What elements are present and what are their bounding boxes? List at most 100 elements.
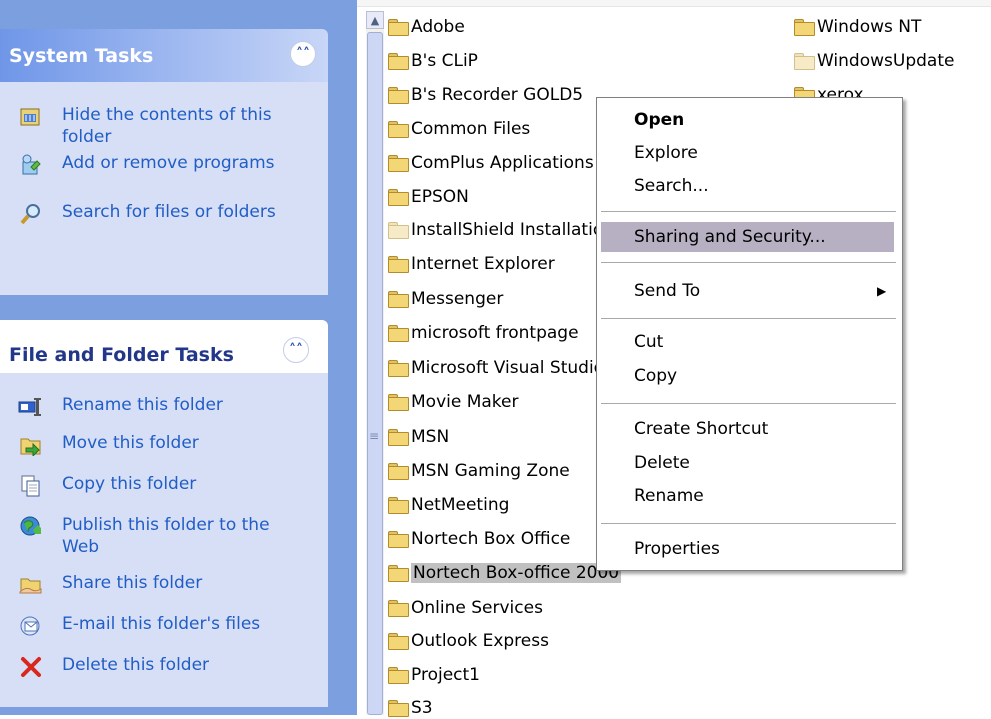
folder-item[interactable]: Messenger: [387, 288, 503, 310]
scroll-grip-icon: ≡: [369, 429, 380, 443]
folder-item-selected[interactable]: Nortech Box-office 2000: [387, 562, 622, 584]
folder-open-icon: [387, 564, 409, 582]
folder-item[interactable]: Nortech Box Office: [387, 528, 570, 550]
menu-separator: [601, 523, 896, 524]
folder-name: Project1: [411, 665, 480, 685]
share-icon: [17, 572, 45, 598]
folder-name: MSN Gaming Zone: [411, 461, 570, 481]
folder-name: S3: [411, 698, 433, 718]
folder-item[interactable]: Adobe: [387, 16, 465, 38]
task-label: Add or remove programs: [62, 153, 275, 173]
folder-item[interactable]: B's CLiP: [387, 50, 478, 72]
folder-name: B's CLiP: [411, 51, 478, 71]
file-folder-tasks-title: File and Folder Tasks: [9, 344, 234, 366]
folder-name: Adobe: [411, 17, 465, 37]
scroll-thumb[interactable]: [367, 32, 383, 715]
system-tasks-title: System Tasks: [9, 45, 154, 67]
folder-item[interactable]: Outlook Express: [387, 630, 549, 652]
file-folder-tasks-body: Rename this folder Move this folder Copy…: [0, 373, 328, 707]
menu-item-explore[interactable]: Explore: [634, 143, 698, 163]
folder-item[interactable]: EPSON: [387, 186, 469, 208]
menu-item-delete[interactable]: Delete: [634, 453, 690, 473]
folder-item[interactable]: Common Files: [387, 118, 530, 140]
folder-item[interactable]: ComPlus Applications: [387, 152, 594, 174]
system-tasks-body: Hide the contents of this folder Add or …: [0, 82, 328, 295]
collapse-chevron-icon[interactable]: ˄˄: [283, 337, 309, 363]
task-copy-folder[interactable]: Copy this folder: [17, 473, 302, 499]
vertical-scrollbar[interactable]: ▲ ≡: [366, 11, 384, 715]
folder-item[interactable]: S3: [387, 697, 433, 719]
task-move-folder[interactable]: Move this folder: [17, 432, 302, 458]
folder-name: B's Recorder GOLD5: [411, 85, 584, 105]
task-label: Copy this folder: [62, 474, 197, 494]
task-delete-folder[interactable]: Delete this folder: [17, 654, 302, 680]
folder-item[interactable]: NetMeeting: [387, 494, 509, 516]
folder-icon: [387, 359, 409, 377]
folder-icon: [793, 52, 815, 70]
folder-icon: [387, 462, 409, 480]
folder-hide-icon: [17, 104, 45, 130]
task-add-remove-programs[interactable]: Add or remove programs: [17, 152, 302, 178]
task-label: Rename this folder: [62, 395, 223, 415]
folder-item[interactable]: Movie Maker: [387, 391, 519, 413]
folder-icon: [387, 255, 409, 273]
folder-item[interactable]: Online Services: [387, 597, 543, 619]
folder-icon: [387, 699, 409, 717]
task-pane: System Tasks ˄˄ Hide the contents of thi…: [0, 0, 357, 715]
folder-item[interactable]: Windows NT: [793, 16, 921, 38]
task-rename-folder[interactable]: Rename this folder: [17, 394, 302, 420]
folder-icon: [387, 393, 409, 411]
task-label: Hide the contents of this folder: [62, 105, 272, 147]
task-hide-folder-contents[interactable]: Hide the contents of this folder: [17, 104, 302, 148]
task-search-files[interactable]: Search for files or folders: [17, 201, 302, 227]
copy-icon: [17, 473, 45, 499]
delete-icon: [17, 654, 45, 680]
folder-item[interactable]: Microsoft Visual Studio: [387, 357, 604, 379]
folder-name: EPSON: [411, 187, 469, 207]
file-folder-tasks-header[interactable]: File and Folder Tasks ˄˄: [0, 320, 328, 373]
folder-name: NetMeeting: [411, 495, 510, 515]
folder-icon: [387, 428, 409, 446]
folder-name: Windows NT: [817, 17, 922, 37]
menu-separator: [601, 403, 896, 404]
menu-item-search[interactable]: Search...: [634, 176, 709, 196]
folder-icon: [387, 86, 409, 104]
folder-name: Internet Explorer: [411, 254, 555, 274]
menu-item-sharing-security[interactable]: Sharing and Security...: [601, 222, 894, 252]
task-publish-folder[interactable]: Publish this folder to the Web: [17, 514, 302, 558]
folder-icon: [387, 52, 409, 70]
system-tasks-header[interactable]: System Tasks ˄˄: [0, 29, 328, 82]
menu-item-cut[interactable]: Cut: [634, 332, 663, 352]
collapse-chevron-icon[interactable]: ˄˄: [290, 41, 316, 67]
folder-item[interactable]: Internet Explorer: [387, 253, 555, 275]
folder-icon: [387, 599, 409, 617]
folder-item[interactable]: MSN Gaming Zone: [387, 460, 570, 482]
menu-item-copy[interactable]: Copy: [634, 366, 677, 386]
folder-item[interactable]: WindowsUpdate: [793, 50, 954, 72]
menu-item-rename[interactable]: Rename: [634, 486, 704, 506]
folder-name: WindowsUpdate: [817, 51, 955, 71]
task-label: E-mail this folder's files: [62, 614, 261, 634]
task-label: Share this folder: [62, 573, 203, 593]
folder-icon: [387, 188, 409, 206]
menu-separator: [601, 262, 896, 263]
task-share-folder[interactable]: Share this folder: [17, 572, 302, 598]
folder-name: Online Services: [411, 598, 543, 618]
folder-name: Nortech Box Office: [411, 529, 571, 549]
publish-web-icon: [17, 514, 45, 540]
menu-item-properties[interactable]: Properties: [634, 539, 720, 559]
folder-name: microsoft frontpage: [411, 323, 579, 343]
folder-item[interactable]: microsoft frontpage: [387, 322, 579, 344]
folder-name: Outlook Express: [411, 631, 549, 651]
folder-item[interactable]: Project1: [387, 664, 480, 686]
submenu-arrow-icon: ▶: [877, 284, 887, 298]
scroll-up-arrow-icon[interactable]: ▲: [366, 11, 384, 29]
task-label: Move this folder: [62, 433, 199, 453]
menu-item-send-to[interactable]: Send To: [634, 281, 700, 301]
folder-item[interactable]: MSN: [387, 426, 449, 448]
folder-icon: [387, 632, 409, 650]
menu-item-open[interactable]: Open: [634, 110, 684, 130]
folder-item[interactable]: B's Recorder GOLD5: [387, 84, 583, 106]
task-email-files[interactable]: E-mail this folder's files: [17, 613, 302, 639]
menu-item-create-shortcut[interactable]: Create Shortcut: [634, 419, 768, 439]
